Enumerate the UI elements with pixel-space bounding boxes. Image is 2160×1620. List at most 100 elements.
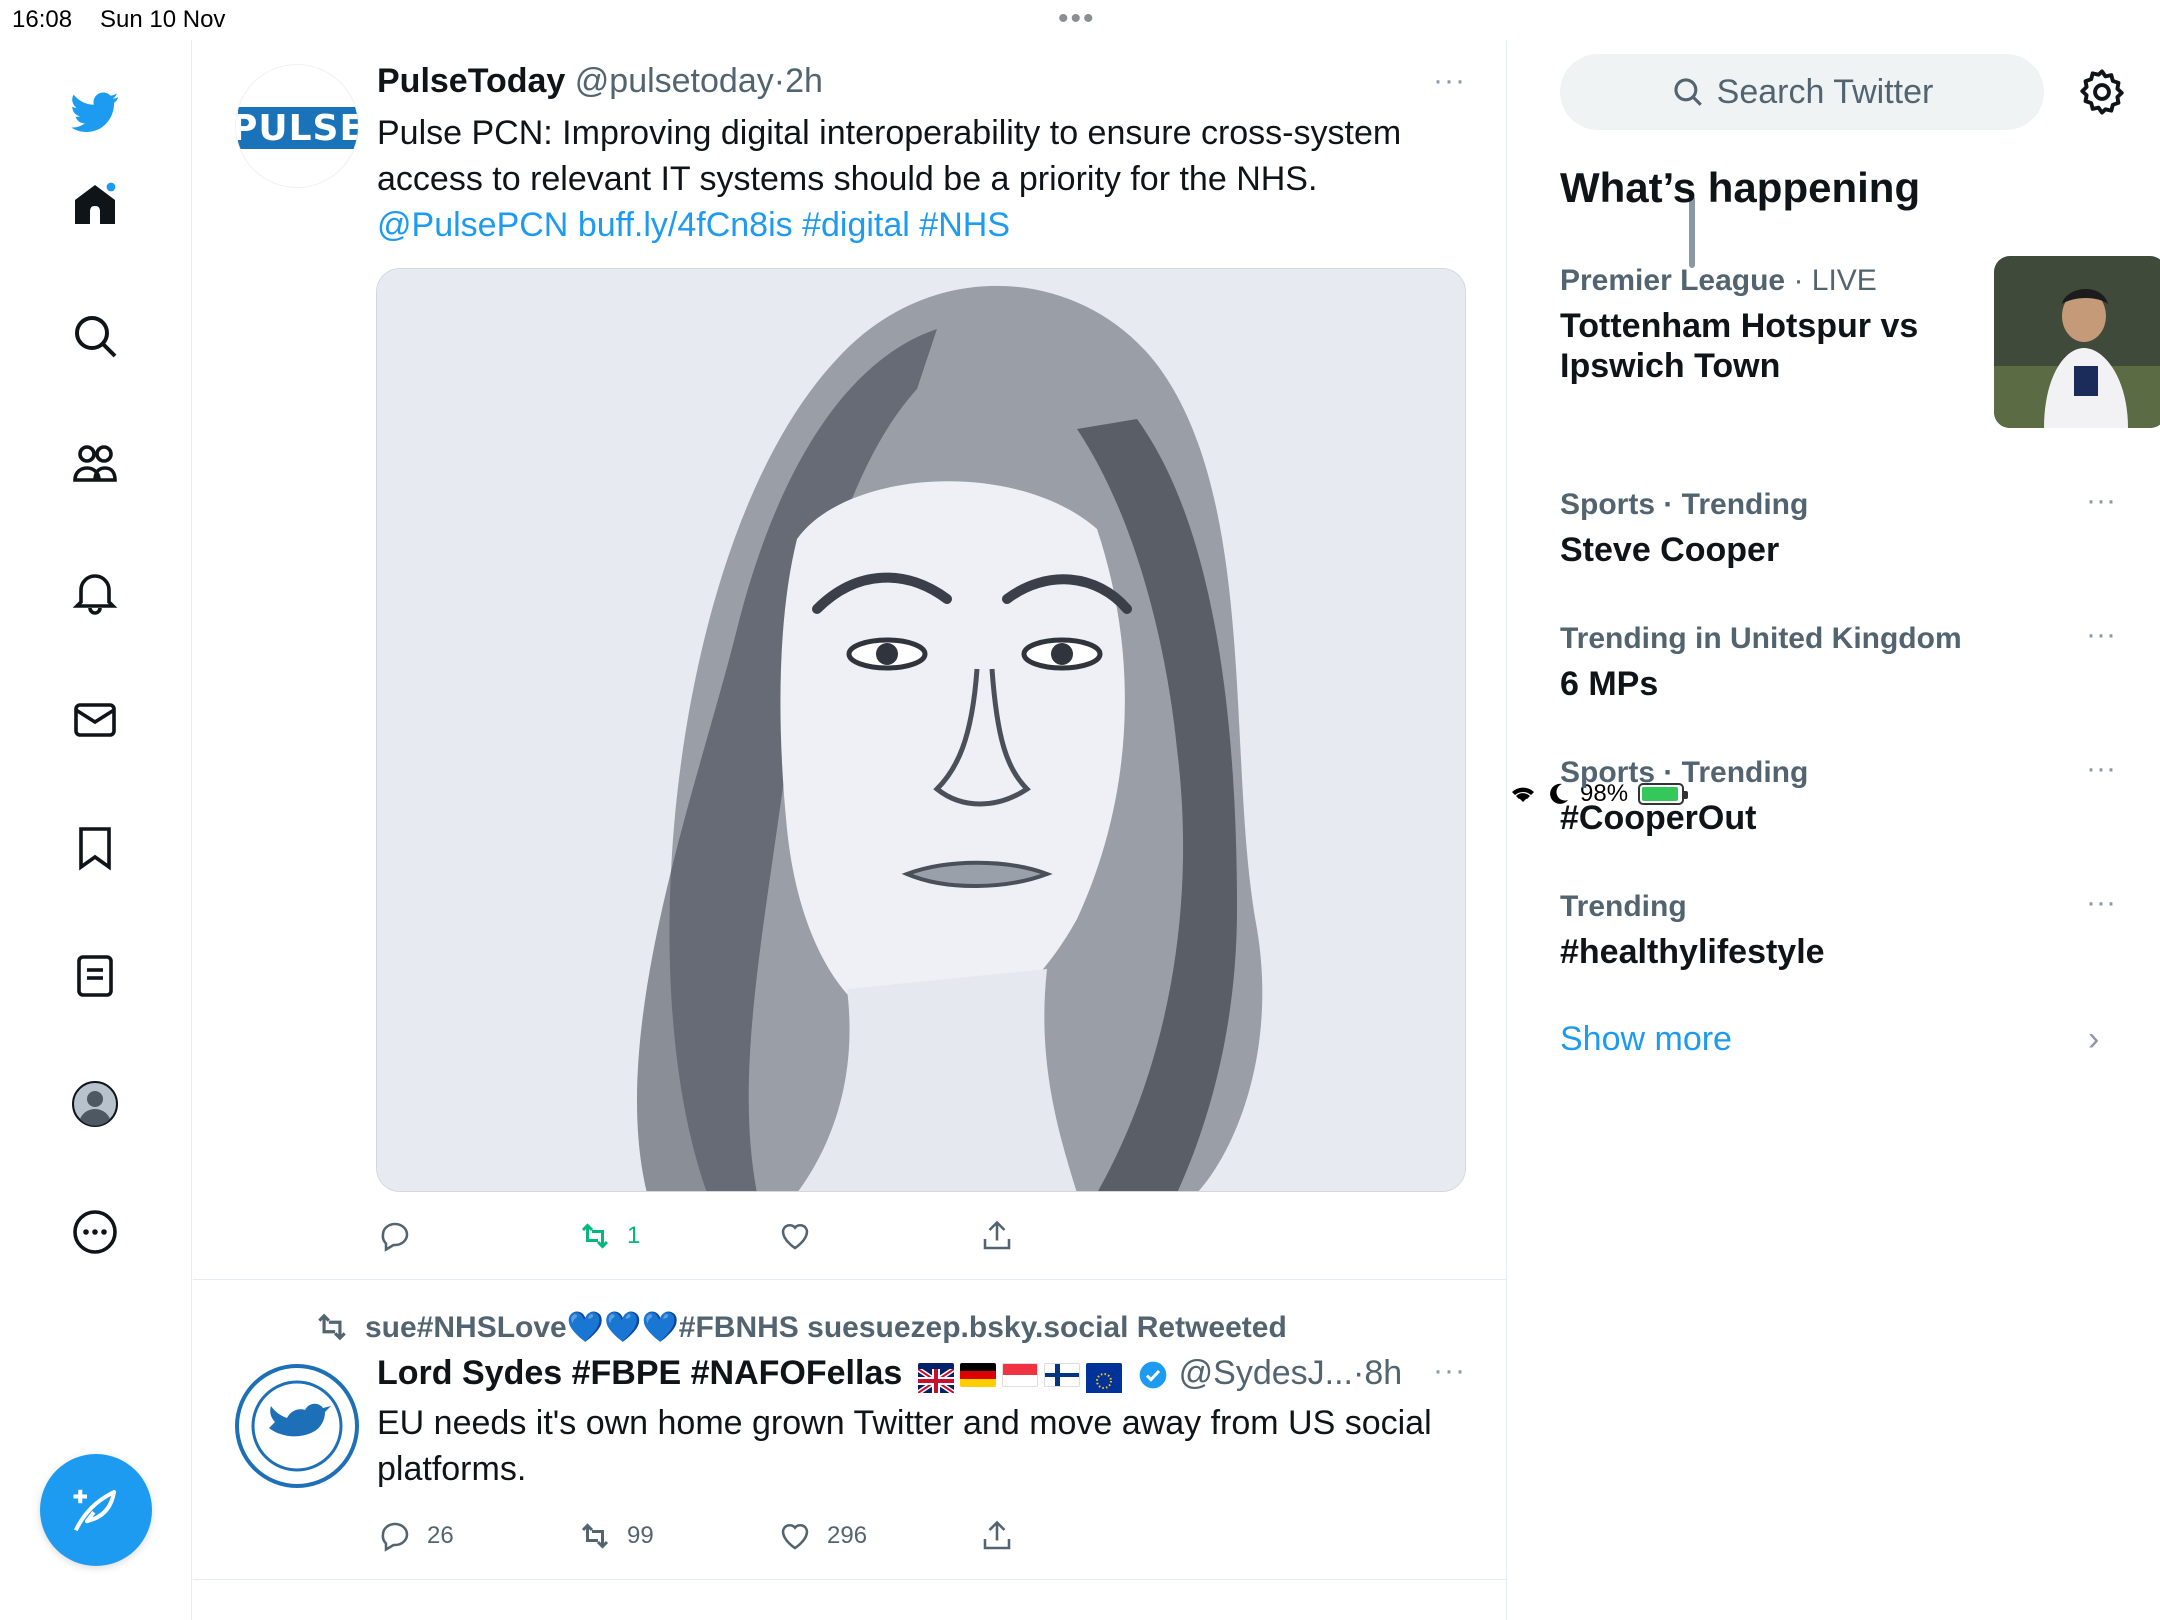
germany-flag-icon bbox=[959, 1363, 996, 1388]
tweet-text: EU needs it's own home grown Twitter and… bbox=[377, 1404, 1432, 1488]
trend-thumbnail-image[interactable] bbox=[1994, 256, 2160, 428]
tweet-body: Pulse PCN: Improving digital interoperab… bbox=[377, 114, 1402, 198]
more-options-icon[interactable] bbox=[69, 1206, 121, 1258]
left-navigation bbox=[0, 40, 192, 1620]
home-icon[interactable] bbox=[69, 178, 121, 230]
bookmark-icon[interactable] bbox=[69, 822, 121, 874]
reply-button[interactable]: 26 bbox=[377, 1518, 454, 1554]
notifications-bell-icon[interactable] bbox=[69, 566, 121, 618]
status-time: 16:08 bbox=[12, 6, 73, 33]
tweet-image-pencil-portrait[interactable] bbox=[376, 268, 1466, 1192]
country-flags bbox=[916, 1363, 1122, 1396]
tweet-lord-sydes[interactable]: sue#NHSLove💙💙💙#FBNHS suesuezep.bsky.soci… bbox=[193, 1280, 1507, 1580]
hashtag-link[interactable]: #digital bbox=[802, 206, 910, 244]
retweet-button[interactable]: 1 bbox=[577, 1218, 640, 1254]
share-icon bbox=[983, 1520, 1011, 1550]
share-button[interactable] bbox=[979, 1218, 1015, 1254]
trend-topic: #healthylifestyle bbox=[1560, 933, 1825, 971]
verified-badge-icon bbox=[1139, 1361, 1167, 1389]
tweet-header: PulseToday @pulsetoday·2h bbox=[377, 62, 823, 101]
tweet-more-icon[interactable]: ··· bbox=[1433, 1354, 1466, 1388]
url-link[interactable]: buff.ly/4fCn8is bbox=[578, 206, 793, 244]
tweet-time[interactable]: 2h bbox=[785, 62, 823, 100]
retweet-button[interactable]: 99 bbox=[577, 1518, 654, 1554]
finland-flag-icon bbox=[1043, 1363, 1080, 1388]
mention-link[interactable]: @PulsePCN bbox=[377, 206, 568, 244]
tweet-author-avatar[interactable]: PULSE bbox=[235, 64, 359, 188]
like-count: 296 bbox=[827, 1522, 868, 1549]
its-twitter-we-tweet-badge bbox=[251, 1380, 343, 1472]
trend-item[interactable]: Sports · Trending Steve Cooper ··· bbox=[1560, 484, 2120, 570]
trend-context: Premier League · LIVE bbox=[1560, 264, 1877, 297]
trend-featured[interactable]: Premier League · LIVE Tottenham Hotspur … bbox=[1560, 256, 2160, 428]
tweet-header: Lord Sydes #FBPE #NAFOFellas @SydesJ...·… bbox=[377, 1354, 1402, 1396]
tweet-time[interactable]: 8h bbox=[1364, 1354, 1402, 1392]
tweet-pulsetoday[interactable]: PULSE PulseToday @pulsetoday·2h ··· Puls… bbox=[193, 40, 1507, 1280]
trend-context: Trending bbox=[1560, 890, 1687, 923]
trend-more-icon[interactable]: ··· bbox=[2086, 752, 2116, 786]
retweeted-by-text[interactable]: sue#NHSLove💙💙💙#FBNHS suesuezep.bsky.soci… bbox=[365, 1310, 1287, 1345]
tweet-more-icon[interactable]: ··· bbox=[1433, 64, 1466, 98]
tweet-author-avatar[interactable] bbox=[235, 1364, 359, 1488]
trend-context: Sports · Trending bbox=[1560, 488, 1809, 521]
profile-avatar-icon[interactable] bbox=[69, 1078, 121, 1130]
author-handle[interactable]: @pulsetoday bbox=[575, 62, 774, 100]
separator-dot: · bbox=[773, 62, 786, 100]
twitter-logo-icon[interactable] bbox=[69, 86, 121, 138]
messages-envelope-icon[interactable] bbox=[69, 694, 121, 746]
show-more-link[interactable]: Show more bbox=[1560, 1020, 1732, 1059]
search-icon bbox=[1674, 78, 1702, 106]
whats-happening-title: What’s happening bbox=[1560, 164, 1921, 211]
author-name[interactable]: PulseToday bbox=[377, 62, 565, 100]
heart-icon bbox=[781, 1223, 809, 1250]
author-name[interactable]: Lord Sydes #FBPE #NAFOFellas bbox=[377, 1354, 902, 1392]
status-bar: 16:08 Sun 10 Nov ••• 98% bbox=[0, 0, 2160, 807]
search-input[interactable]: Search Twitter bbox=[1560, 54, 2044, 130]
retweet-count: 1 bbox=[627, 1222, 641, 1249]
like-button[interactable]: 296 bbox=[777, 1518, 867, 1554]
lists-icon[interactable] bbox=[69, 950, 121, 1002]
trend-context: Trending in United Kingdom bbox=[1560, 622, 1962, 655]
multitasking-dots-icon[interactable]: ••• bbox=[1058, 2, 1096, 36]
reply-count: 26 bbox=[427, 1522, 454, 1549]
retweet-icon bbox=[581, 1223, 609, 1249]
author-handle[interactable]: @SydesJ... bbox=[1179, 1354, 1353, 1392]
trend-more-icon[interactable]: ··· bbox=[2086, 618, 2116, 652]
portrait-sketch-image bbox=[377, 269, 1465, 1191]
pulse-logo: PULSE bbox=[235, 107, 359, 149]
singapore-flag-icon bbox=[1001, 1363, 1038, 1388]
trend-topic: Tottenham Hotspur vs Ipswich Town bbox=[1560, 307, 1919, 385]
trend-context-separator: · bbox=[1785, 264, 1812, 297]
share-icon bbox=[983, 1220, 1011, 1250]
trend-topic: 6 MPs bbox=[1560, 665, 1659, 703]
uk-flag-icon bbox=[916, 1363, 956, 1396]
share-button[interactable] bbox=[979, 1518, 1015, 1554]
trend-item[interactable]: Trending in United Kingdom 6 MPs ··· bbox=[1560, 618, 2120, 704]
trend-topic: Steve Cooper bbox=[1560, 531, 1780, 569]
retweet-small-icon bbox=[318, 1313, 346, 1341]
right-sidebar: Search Twitter What’s happening Premier … bbox=[1508, 40, 2160, 1620]
live-label: LIVE bbox=[1811, 264, 1877, 297]
heart-icon bbox=[781, 1523, 809, 1550]
communities-icon[interactable] bbox=[69, 438, 121, 490]
search-icon[interactable] bbox=[69, 310, 121, 362]
trend-item[interactable]: Sports · Trending #CooperOut ··· bbox=[1560, 752, 2120, 838]
like-button[interactable] bbox=[777, 1218, 827, 1254]
hashtag-link[interactable]: #NHS bbox=[919, 206, 1010, 244]
reply-icon bbox=[381, 1222, 409, 1252]
retweet-icon bbox=[581, 1523, 609, 1549]
timeline[interactable]: PULSE PulseToday @pulsetoday·2h ··· Puls… bbox=[193, 40, 1695, 1620]
feather-plus-icon bbox=[73, 1489, 117, 1532]
compose-tweet-button[interactable] bbox=[40, 1454, 152, 1566]
separator-dot: · bbox=[1352, 1354, 1365, 1392]
chevron-right-icon[interactable]: › bbox=[2088, 1020, 2099, 1059]
trend-item[interactable]: Trending #healthylifestyle ··· bbox=[1560, 886, 2120, 972]
trend-more-icon[interactable]: ··· bbox=[2086, 886, 2116, 920]
reply-icon bbox=[381, 1522, 409, 1552]
retweet-count: 99 bbox=[627, 1522, 654, 1549]
trend-more-icon[interactable]: ··· bbox=[2086, 484, 2116, 518]
settings-gear-icon[interactable] bbox=[2076, 66, 2128, 118]
reply-button[interactable] bbox=[377, 1218, 427, 1254]
tweet-actions: 26 99 296 bbox=[377, 1518, 1077, 1558]
status-date: Sun 10 Nov bbox=[100, 6, 226, 33]
